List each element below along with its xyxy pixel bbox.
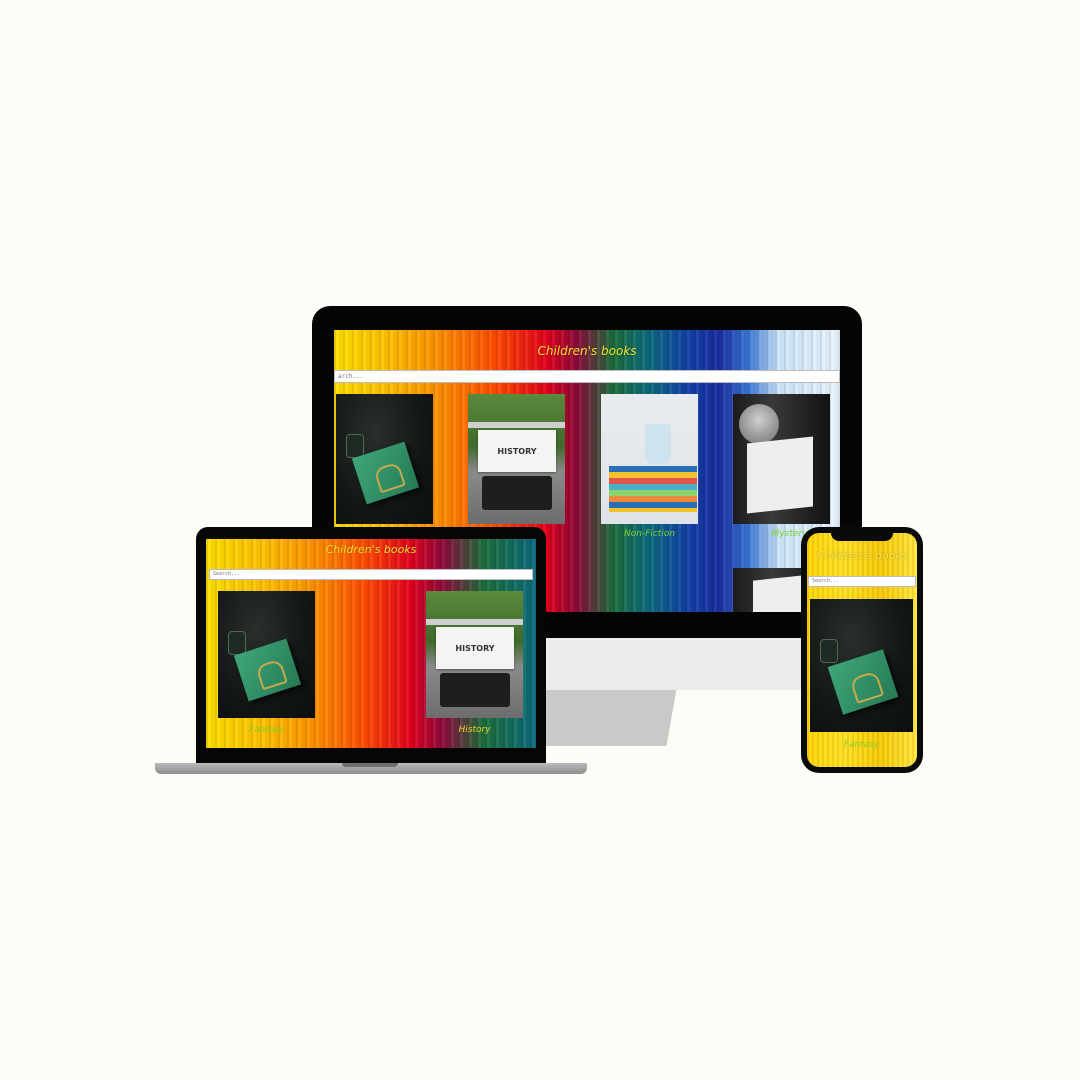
fantasy-book-image[interactable] [336, 394, 433, 524]
category-label-fantasy-phone[interactable]: Fantasy [810, 740, 913, 750]
mug-shape [645, 424, 671, 464]
roller-shape [468, 422, 565, 428]
open-book-shape-2 [753, 575, 803, 612]
typewriter-body [440, 673, 510, 707]
child-head-shape [739, 404, 779, 444]
search-input-laptop[interactable]: Search... [209, 569, 533, 580]
monitor-stand [545, 690, 653, 746]
typewriter-paper: HISTORY [478, 430, 556, 472]
fantasy-book-image-phone[interactable] [810, 599, 913, 732]
typewriter-body [482, 476, 552, 510]
nonfiction-books-mug-image[interactable] [601, 394, 698, 524]
typewriter-paper: HISTORY [436, 627, 514, 669]
books-stack-shape [609, 466, 697, 512]
fantasy-book-image-laptop[interactable] [218, 591, 315, 718]
page-title-phone: Children's books [816, 549, 908, 562]
phone-notch [831, 533, 893, 541]
search-input[interactable]: arch... [334, 370, 840, 383]
phone-screen: Children's books Search... Fantasy [807, 533, 917, 767]
monitor-stand-foot [650, 690, 684, 746]
history-typewriter-image[interactable]: HISTORY [468, 394, 565, 524]
bottle-shape [820, 639, 838, 663]
green-book-shape [827, 649, 899, 715]
laptop-screen: Children's books Search... HISTORY Fanta… [206, 539, 536, 748]
laptop-notch [342, 763, 398, 767]
history-typewriter-image-laptop[interactable]: HISTORY [426, 591, 523, 718]
search-input-phone[interactable]: Search... [808, 576, 916, 587]
mystery-child-reading-image[interactable] [733, 394, 830, 524]
category-label-history[interactable]: History [426, 725, 523, 735]
roller-shape [426, 619, 523, 625]
page-title: Children's books [537, 344, 637, 358]
open-book-shape [747, 436, 813, 514]
category-label-fantasy[interactable]: Fantasy [218, 725, 315, 735]
page-title-laptop: Children's books [325, 543, 417, 556]
category-label-nonfiction[interactable]: Non-Fiction [601, 529, 698, 539]
